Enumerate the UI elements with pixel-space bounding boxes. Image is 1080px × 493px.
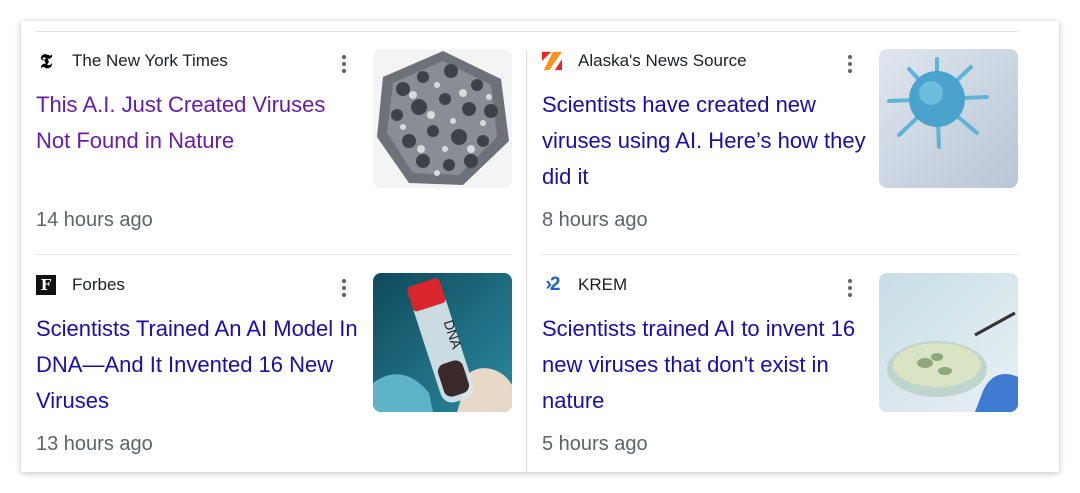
timestamp: 8 hours ago (542, 209, 648, 231)
forbes-logo-icon: F (36, 275, 56, 295)
source-row: F Forbes (36, 273, 125, 297)
source-name: KREM (578, 275, 628, 294)
row-divider-left (36, 254, 512, 255)
news-item[interactable]: 𝕿 The New York Times This A.I. Just Crea… (36, 49, 512, 249)
nyt-logo-icon: 𝕿 (39, 49, 53, 73)
news-item[interactable]: ›2 KREM Scientists trained AI to invent … (542, 273, 1018, 473)
timestamp: 5 hours ago (542, 433, 648, 455)
krem-logo-icon: ›2 (545, 274, 561, 295)
source-name: Forbes (72, 275, 125, 294)
source-row: ›2 KREM (542, 273, 628, 297)
blue-virus-image[interactable] (879, 49, 1018, 188)
virus-capsid-image[interactable] (373, 49, 512, 188)
more-vert-icon[interactable] (336, 52, 352, 76)
article-headline[interactable]: Scientists Trained An AI Model In DNA—An… (36, 311, 361, 419)
source-row: Alaska's News Source (542, 49, 747, 73)
timestamp: 14 hours ago (36, 209, 153, 231)
petri-dish-image[interactable] (879, 273, 1018, 412)
top-divider (36, 31, 1018, 32)
column-divider (526, 50, 527, 472)
more-vert-icon[interactable] (842, 52, 858, 76)
more-vert-icon[interactable] (842, 276, 858, 300)
article-headline[interactable]: Scientists trained AI to invent 16 new v… (542, 311, 867, 419)
source-row: 𝕿 The New York Times (36, 49, 228, 73)
row-divider-right (542, 254, 1018, 255)
dna-test-tube-image[interactable]: DNA (373, 273, 512, 412)
more-vert-icon[interactable] (336, 276, 352, 300)
news-item[interactable]: Alaska's News Source Scientists have cre… (542, 49, 1018, 249)
alaska-news-source-logo-icon (542, 51, 562, 71)
source-name: The New York Times (72, 51, 228, 70)
article-headline[interactable]: Scientists have created new viruses usin… (542, 87, 867, 195)
article-headline[interactable]: This A.I. Just Created Viruses Not Found… (36, 87, 361, 159)
source-name: Alaska's News Source (578, 51, 747, 70)
timestamp: 13 hours ago (36, 433, 153, 455)
news-item[interactable]: F Forbes Scientists Trained An AI Model … (36, 273, 512, 473)
